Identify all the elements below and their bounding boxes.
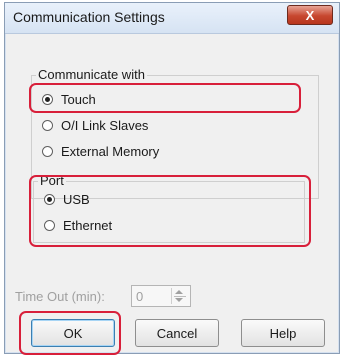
timeout-label: Time Out (min): [15, 289, 105, 304]
radio-external-memory[interactable]: External Memory [42, 142, 159, 160]
title-bar: Communication Settings X [5, 3, 339, 34]
radio-oi-link-slaves[interactable]: O/I Link Slaves [42, 116, 148, 134]
timeout-stepper[interactable]: 0 [131, 285, 191, 307]
help-button[interactable]: Help [241, 319, 325, 347]
spin-divider [174, 296, 186, 297]
radio-button-icon [42, 119, 53, 131]
communication-settings-dialog: Communication Settings X Communicate wit… [4, 2, 340, 355]
radio-external-memory-label: External Memory [61, 143, 160, 159]
radio-button-icon [42, 145, 53, 157]
cancel-button[interactable]: Cancel [135, 319, 219, 347]
timeout-value: 0 [136, 289, 144, 304]
highlight-ok [19, 311, 121, 355]
close-button[interactable]: X [287, 5, 333, 25]
spin-down-icon [175, 298, 183, 302]
dialog-title: Communication Settings [13, 9, 165, 25]
help-button-label: Help [269, 325, 297, 341]
spin-up-icon [175, 290, 183, 294]
close-icon: X [305, 7, 315, 23]
spinner-control[interactable] [171, 288, 188, 304]
cancel-button-label: Cancel [156, 325, 198, 341]
highlight-touch [29, 83, 301, 113]
radio-oi-link-slaves-label: O/I Link Slaves [61, 117, 149, 133]
communicate-with-legend: Communicate with [36, 67, 147, 82]
highlight-port [29, 175, 311, 247]
